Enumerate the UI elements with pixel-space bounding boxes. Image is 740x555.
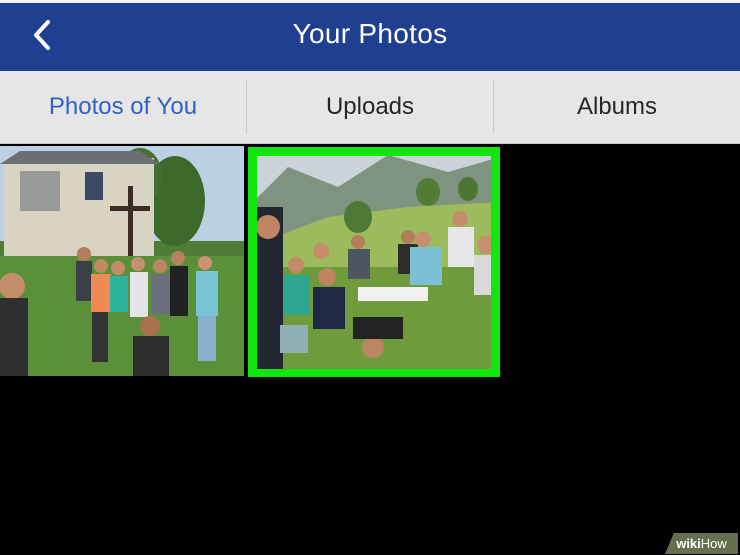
photo-image	[248, 147, 500, 378]
tab-label: Photos of You	[48, 93, 198, 120]
page-title: Your Photos	[292, 18, 448, 49]
photo-thumbnail-dark-wide[interactable]	[3, 377, 740, 555]
tab-photos-of-you[interactable]: Photos of You	[0, 71, 246, 143]
photo-thumbnail-picnic[interactable]	[248, 147, 500, 378]
tab-label: Uploads	[325, 93, 415, 120]
nav-bar: Your Photos	[0, 0, 740, 71]
tab-bar: Photos of You Uploads Albums	[0, 71, 740, 144]
photo-grid	[0, 144, 740, 555]
tab-label: Albums	[576, 93, 658, 120]
watermark-part: wiki	[676, 536, 701, 551]
photo-thumbnail-dark[interactable]	[503, 146, 740, 370]
photo-image	[0, 146, 244, 376]
wikihow-watermark: wiki How	[665, 533, 738, 554]
tab-uploads[interactable]: Uploads	[247, 71, 493, 143]
watermark-part: How	[700, 536, 727, 551]
tab-albums[interactable]: Albums	[494, 71, 740, 143]
photo-thumbnail-group-building[interactable]	[0, 146, 244, 376]
